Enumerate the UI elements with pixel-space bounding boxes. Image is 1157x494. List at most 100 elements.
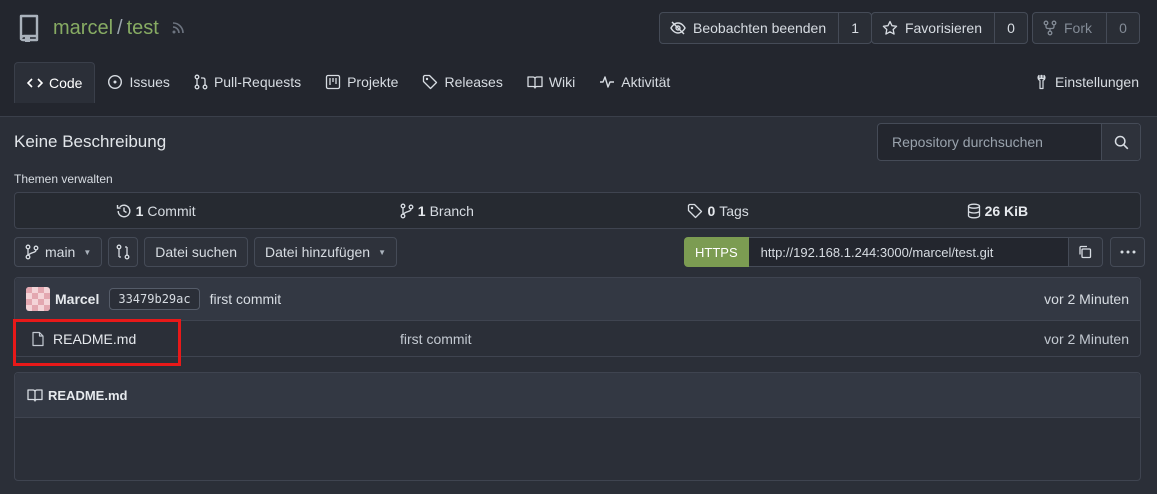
readme-title[interactable]: README.md (48, 388, 127, 403)
star-label: Favorisieren (904, 20, 982, 36)
commit-message[interactable]: first commit (210, 291, 282, 307)
search-icon (1114, 135, 1128, 149)
branch-selector[interactable]: main ▼ (14, 237, 103, 267)
clone-panel: HTTPS http://192.168.1.244:3000/marcel/t… (684, 237, 1103, 267)
pulse-icon (600, 76, 615, 88)
star-button-group: Favorisieren 0 (871, 12, 1028, 44)
file-commit-time: vor 2 Minuten (1044, 330, 1129, 347)
pull-request-icon (194, 74, 208, 90)
file-commit-message[interactable]: first commit (400, 331, 472, 347)
tab-pull-requests-label: Pull-Requests (213, 74, 302, 90)
project-icon (325, 74, 341, 90)
compare-button[interactable] (108, 237, 139, 267)
watchers-count[interactable]: 1 (839, 13, 871, 43)
chevron-down-icon: ▼ (83, 247, 92, 257)
book-icon (527, 76, 543, 89)
repo-description: Keine Beschreibung (14, 132, 167, 151)
file-list: Marcel 33479b29ac first commit vor 2 Min… (14, 277, 1141, 357)
add-file-label: Datei hinzufügen (265, 244, 371, 260)
repo-search: Repository durchsuchen (877, 123, 1141, 161)
branch-icon (25, 244, 39, 260)
repo-tabs: Code Issues Pull-Requests Projekte Relea… (14, 62, 682, 103)
code-icon (27, 78, 43, 88)
copy-url-button[interactable] (1068, 237, 1103, 267)
fork-button[interactable]: Fork (1033, 13, 1107, 43)
tags-stat[interactable]: 0 Tags (578, 193, 859, 228)
tab-wiki[interactable]: Wiki (515, 62, 587, 102)
search-button[interactable] (1101, 124, 1140, 160)
repo-title: marcel / test (17, 12, 185, 44)
tab-activity[interactable]: Aktivität (587, 62, 682, 102)
repo-owner-link[interactable]: marcel (53, 17, 113, 40)
tab-issues[interactable]: Issues (95, 62, 181, 102)
avatar[interactable] (26, 287, 50, 311)
branches-label: Branch (429, 202, 474, 219)
eye-closed-icon (670, 21, 686, 35)
tab-releases-label: Releases (444, 74, 503, 90)
file-row: README.md first commit vor 2 Minuten (15, 321, 1140, 356)
commits-label: Commit (147, 202, 196, 219)
copy-icon (1079, 245, 1092, 259)
fork-label: Fork (1064, 20, 1092, 36)
more-options-button[interactable] (1110, 237, 1145, 267)
tags-label: Tags (719, 202, 749, 219)
tab-settings[interactable]: Einstellungen (1035, 62, 1139, 102)
tab-projects[interactable]: Projekte (313, 62, 410, 102)
history-icon (116, 204, 131, 217)
repo-separator: / (117, 16, 123, 39)
branches-count: 1 (417, 202, 426, 219)
commit-author[interactable]: Marcel (55, 291, 99, 307)
tab-projects-label: Projekte (347, 74, 399, 90)
fork-icon (1043, 20, 1057, 36)
branches-stat[interactable]: 1 Branch (296, 193, 577, 228)
stars-count[interactable]: 0 (995, 13, 1027, 43)
tab-wiki-label: Wiki (548, 74, 576, 90)
search-input[interactable]: Repository durchsuchen (878, 124, 1101, 160)
tab-code[interactable]: Code (14, 62, 96, 103)
current-branch: main (45, 244, 76, 260)
tab-issues-label: Issues (129, 74, 170, 90)
tags-count: 0 (707, 202, 716, 219)
tab-code-label: Code (49, 75, 83, 91)
forks-count[interactable]: 0 (1107, 13, 1139, 43)
tag-icon (688, 203, 703, 218)
highlight-box (13, 319, 181, 366)
tab-releases[interactable]: Releases (410, 62, 514, 102)
issue-icon (108, 74, 123, 90)
book-icon (27, 389, 43, 402)
repo-name-link[interactable]: test (127, 17, 159, 40)
branch-icon (400, 203, 414, 218)
watch-button-group: Beobachten beenden 1 (659, 12, 873, 44)
tools-icon (1037, 74, 1046, 90)
fork-button-group: Fork 0 (1032, 12, 1140, 44)
commit-time: vor 2 Minuten (1044, 291, 1129, 307)
chevron-down-icon: ▼ (378, 247, 386, 257)
commits-count: 1 (135, 202, 144, 219)
find-file-button[interactable]: Datei suchen (144, 237, 248, 267)
tab-settings-label: Einstellungen (1054, 74, 1139, 90)
unwatch-label: Beobachten beenden (693, 20, 827, 36)
readme-header: README.md (15, 373, 1140, 418)
rss-icon[interactable] (171, 21, 185, 35)
unwatch-button[interactable]: Beobachten beenden (660, 13, 840, 43)
tag-icon (423, 74, 438, 90)
readme-panel: README.md (14, 372, 1141, 481)
manage-topics-link[interactable]: Themen verwalten (14, 172, 113, 186)
clone-url-input[interactable]: http://192.168.1.244:3000/marcel/test.gi… (748, 237, 1069, 267)
repo-header: marcel / test Beobachten beenden 1 Favor… (0, 0, 1157, 117)
tab-activity-label: Aktivität (621, 74, 671, 90)
https-button[interactable]: HTTPS (684, 237, 749, 267)
add-file-dropdown[interactable]: Datei hinzufügen ▼ (254, 237, 397, 267)
kebab-horizontal-icon (1120, 250, 1135, 254)
branch-toolbar: main ▼ Datei suchen Datei hinzufügen ▼ (14, 237, 397, 267)
latest-commit-row: Marcel 33479b29ac first commit vor 2 Min… (15, 278, 1140, 321)
star-icon (882, 20, 898, 35)
repo-stats: 1 Commit 1 Branch 0 Tags 26 KiB (14, 192, 1141, 229)
star-button[interactable]: Favorisieren (872, 13, 995, 43)
repo-icon (17, 13, 43, 43)
size-stat: 26 KiB (859, 193, 1140, 228)
commit-sha[interactable]: 33479b29ac (109, 288, 200, 310)
commits-stat[interactable]: 1 Commit (15, 193, 296, 228)
repo-size: 26 KiB (984, 202, 1029, 219)
tab-pull-requests[interactable]: Pull-Requests (182, 62, 313, 102)
